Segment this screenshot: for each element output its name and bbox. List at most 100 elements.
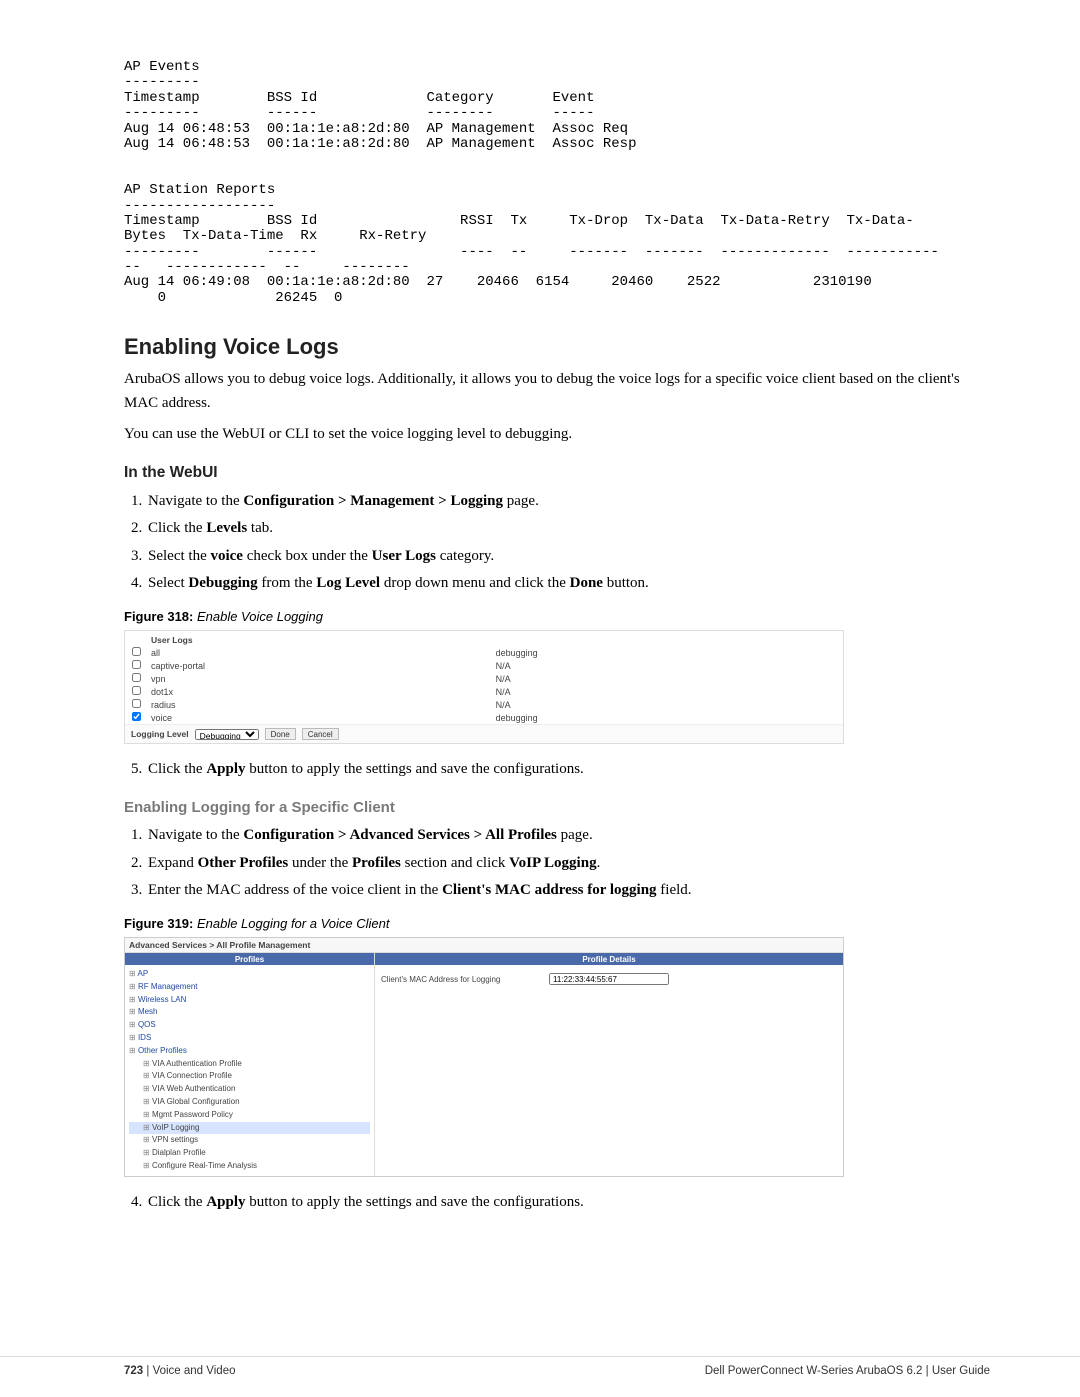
webui-step-2: Click the Levels tab.	[146, 517, 990, 540]
profiles-tree: APRF ManagementWireless LANMeshQOSIDSOth…	[125, 965, 374, 1176]
user-log-name: voice	[147, 711, 492, 724]
fig318-row: radiusN/A	[125, 698, 843, 711]
text: button to apply the settings and save th…	[246, 761, 584, 777]
user-log-checkbox[interactable]	[132, 673, 141, 682]
text: Profiles	[352, 855, 401, 871]
profile-details-header: Profile Details	[375, 953, 843, 965]
webui-step-1: Navigate to the Configuration > Manageme…	[146, 490, 990, 513]
user-log-checkbox[interactable]	[132, 712, 141, 721]
fig318-row: captive-portalN/A	[125, 659, 843, 672]
done-button[interactable]: Done	[265, 728, 296, 740]
tree-child-item[interactable]: VIA Authentication Profile	[129, 1058, 370, 1071]
text: category.	[436, 548, 494, 564]
footer-section: | Voice and Video	[143, 1365, 235, 1377]
webui-step-3: Select the voice check box under the Use…	[146, 545, 990, 568]
figure-319-caption: Figure 319: Enable Logging for a Voice C…	[124, 916, 990, 931]
tree-child-item[interactable]: VIA Connection Profile	[129, 1070, 370, 1083]
tree-child-item[interactable]: VPN settings	[129, 1134, 370, 1147]
text: Debugging	[188, 575, 257, 591]
tree-item[interactable]: Wireless LAN	[129, 994, 370, 1007]
tree-child-item[interactable]: VIA Web Authentication	[129, 1083, 370, 1096]
figure-number: Figure 319:	[124, 916, 193, 931]
text: Expand	[148, 855, 198, 871]
col-header-userlogs: User Logs	[147, 631, 492, 646]
text: button.	[603, 575, 649, 591]
tree-item[interactable]: Mesh	[129, 1006, 370, 1019]
text: section and click	[401, 855, 509, 871]
text: check box under the	[243, 548, 372, 564]
user-log-checkbox[interactable]	[132, 660, 141, 669]
figure-number: Figure 318:	[124, 609, 193, 624]
text: Navigate to the	[148, 827, 243, 843]
logging-level-label: Logging Level	[131, 729, 189, 739]
text: Apply	[206, 761, 245, 777]
cancel-button[interactable]: Cancel	[302, 728, 339, 740]
user-log-checkbox[interactable]	[132, 699, 141, 708]
text: voice	[210, 548, 242, 564]
text: Configuration > Advanced Services > All …	[243, 827, 556, 843]
text: Click the	[148, 1194, 206, 1210]
page-footer: 723 | Voice and Video Dell PowerConnect …	[0, 1356, 1080, 1377]
section-title-enabling-voice-logs: Enabling Voice Logs	[124, 334, 990, 360]
text: Other Profiles	[198, 855, 289, 871]
specific-step-1: Navigate to the Configuration > Advanced…	[146, 824, 990, 847]
webui-step-4: Select Debugging from the Log Level drop…	[146, 572, 990, 595]
fig318-row: voicedebugging	[125, 711, 843, 724]
fig318-row: dot1xN/A	[125, 685, 843, 698]
user-log-name: radius	[147, 698, 492, 711]
tree-item[interactable]: IDS	[129, 1032, 370, 1045]
profiles-column-header: Profiles	[125, 953, 374, 965]
tree-item[interactable]: RF Management	[129, 981, 370, 994]
subheading-specific-client: Enabling Logging for a Specific Client	[124, 799, 990, 816]
tree-item[interactable]: QOS	[129, 1019, 370, 1032]
figure-318-caption: Figure 318: Enable Voice Logging	[124, 609, 990, 624]
webui-step-5: Click the Apply button to apply the sett…	[146, 758, 990, 781]
figure-label: Enable Voice Logging	[193, 609, 323, 624]
specific-client-steps: Navigate to the Configuration > Advanced…	[124, 824, 990, 902]
specific-step-2: Expand Other Profiles under the Profiles…	[146, 852, 990, 875]
text: under the	[288, 855, 352, 871]
user-log-checkbox[interactable]	[132, 647, 141, 656]
specific-client-steps-continued: Click the Apply button to apply the sett…	[124, 1191, 990, 1214]
figure-label: Enable Logging for a Voice Client	[193, 916, 389, 931]
intro-paragraph-1: ArubaOS allows you to debug voice logs. …	[124, 368, 990, 415]
user-log-name: vpn	[147, 672, 492, 685]
webui-steps-list: Navigate to the Configuration > Manageme…	[124, 490, 990, 595]
text: Apply	[206, 1194, 245, 1210]
tree-item-other-profiles[interactable]: Other Profiles	[129, 1045, 370, 1058]
subheading-in-the-webui: In the WebUI	[124, 464, 990, 482]
text: Log Level	[316, 575, 380, 591]
mac-address-label: Client's MAC Address for Logging	[381, 975, 541, 984]
webui-steps-continued: Click the Apply button to apply the sett…	[124, 758, 990, 781]
specific-step-4: Click the Apply button to apply the sett…	[146, 1191, 990, 1214]
fig319-breadcrumb: Advanced Services > All Profile Manageme…	[125, 938, 843, 953]
text: Select the	[148, 548, 210, 564]
figure-318-image: User Logs alldebuggingcaptive-portalN/Av…	[124, 630, 844, 744]
text: Select	[148, 575, 188, 591]
user-log-name: all	[147, 646, 492, 659]
text: field.	[657, 882, 692, 898]
tree-child-item[interactable]: Mgmt Password Policy	[129, 1109, 370, 1122]
tree-child-item[interactable]: VoIP Logging	[129, 1122, 370, 1135]
tree-child-item[interactable]: Dialplan Profile	[129, 1147, 370, 1160]
tree-child-item[interactable]: Configure Real-Time Analysis	[129, 1160, 370, 1173]
text: tab.	[247, 520, 273, 536]
footer-right: Dell PowerConnect W-Series ArubaOS 6.2 |…	[705, 1365, 990, 1377]
text: .	[597, 855, 601, 871]
user-log-level: N/A	[492, 672, 843, 685]
text: VoIP Logging	[509, 855, 596, 871]
footer-left: 723 | Voice and Video	[124, 1365, 235, 1377]
fig318-row: alldebugging	[125, 646, 843, 659]
text: Enter the MAC address of the voice clien…	[148, 882, 442, 898]
user-log-checkbox[interactable]	[132, 686, 141, 695]
text: Configuration > Management > Logging	[243, 493, 503, 509]
user-log-level: N/A	[492, 698, 843, 711]
code-block: AP Events --------- Timestamp BSS Id Cat…	[124, 60, 990, 306]
text: Done	[570, 575, 603, 591]
mac-address-input[interactable]	[549, 973, 669, 985]
tree-child-item[interactable]: VIA Global Configuration	[129, 1096, 370, 1109]
figure-319-image: Advanced Services > All Profile Manageme…	[124, 937, 844, 1177]
text: Click the	[148, 520, 206, 536]
logging-level-select[interactable]: Debugging	[195, 729, 259, 740]
tree-item[interactable]: AP	[129, 968, 370, 981]
